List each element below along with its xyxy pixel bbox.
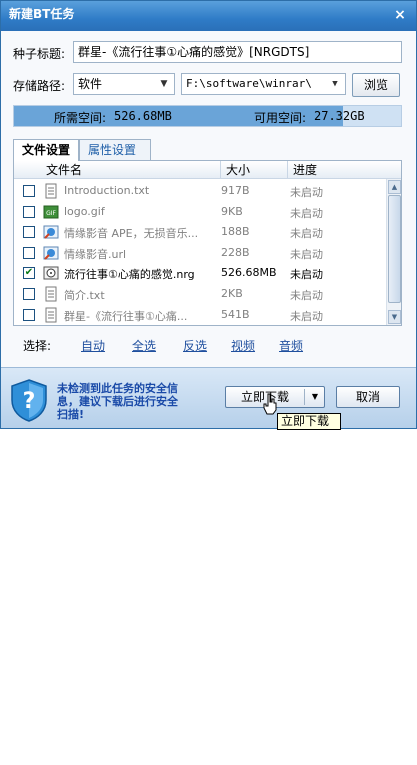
file-name: 流行往事①心痛的感觉.nrg xyxy=(64,268,195,282)
svg-text:?: ? xyxy=(23,389,36,414)
file-checkbox[interactable] xyxy=(23,185,35,197)
required-space-value: 526.68MB xyxy=(114,109,172,123)
header-name[interactable]: 文件名 xyxy=(46,162,82,178)
chevron-down-icon[interactable]: ▼ xyxy=(308,387,322,407)
file-status: 未启动 xyxy=(290,309,323,323)
header-size[interactable]: 大小 xyxy=(226,162,250,178)
header-status[interactable]: 进度 xyxy=(293,162,317,178)
file-checkbox[interactable] xyxy=(23,308,35,321)
file-name: 情缘影音 APE，无损音乐... xyxy=(64,227,199,241)
required-space-label: 所需空间: xyxy=(54,111,107,125)
select-video-link[interactable]: 视频 xyxy=(231,337,255,354)
file-status: 未启动 xyxy=(290,206,323,220)
select-audio-link[interactable]: 音频 xyxy=(279,337,303,354)
file-size: 188B xyxy=(221,225,250,239)
file-checkbox[interactable]: ✔ xyxy=(23,267,35,280)
file-size: 541B xyxy=(221,307,250,321)
seed-title-label: 种子标题: xyxy=(13,47,66,61)
select-auto-link[interactable]: 自动 xyxy=(81,337,105,354)
save-path-dropdown[interactable]: F:\software\winrar\ ▼ xyxy=(181,73,346,95)
chevron-down-icon: ▼ xyxy=(160,79,168,89)
split-divider xyxy=(304,389,305,405)
save-path-label: 存储路径: xyxy=(13,79,66,93)
file-size: 2KB xyxy=(221,287,243,300)
file-status: 未启动 xyxy=(290,186,323,199)
selection-label: 选择: xyxy=(23,339,52,353)
available-space-label: 可用空间: xyxy=(254,111,307,125)
file-table-header: 文件名 大小 进度 xyxy=(14,161,401,179)
text-file-icon xyxy=(45,307,57,323)
file-checkbox[interactable] xyxy=(23,205,35,218)
seed-title-input[interactable]: 群星-《流行往事①心痛的感觉》[NRGDTS] xyxy=(73,41,402,63)
security-shield-icon: ? xyxy=(11,379,47,422)
file-name: 情缘影音.url xyxy=(64,247,127,261)
file-row[interactable]: GIF logo.gif 9KB 未启动 xyxy=(14,202,386,222)
file-row[interactable]: 情缘影音.url 228B 未启动 xyxy=(14,243,386,263)
scroll-down-arrow-icon[interactable]: ▼ xyxy=(388,310,401,324)
gif-image-icon: GIF xyxy=(43,205,59,219)
file-checkbox[interactable] xyxy=(23,288,35,300)
hand-cursor-icon xyxy=(263,393,277,415)
file-status: 未启动 xyxy=(290,289,323,302)
chevron-down-icon: ▼ xyxy=(332,79,338,89)
tab-property-settings[interactable]: 属性设置 xyxy=(79,139,151,161)
disc-image-icon xyxy=(43,266,59,280)
file-name: Introduction.txt xyxy=(64,184,150,197)
select-invert-link[interactable]: 反选 xyxy=(183,337,207,354)
url-shortcut-icon xyxy=(43,246,59,260)
file-checkbox[interactable] xyxy=(23,246,35,259)
watermark: 中关村在线 xyxy=(349,751,404,764)
select-all-link[interactable]: 全选 xyxy=(132,337,156,354)
window-title: 新建BT任务 xyxy=(9,7,75,21)
scroll-thumb[interactable] xyxy=(388,195,401,303)
url-shortcut-icon xyxy=(43,225,59,239)
file-status: 未启动 xyxy=(290,268,323,282)
close-icon[interactable]: × xyxy=(392,7,408,23)
file-row[interactable]: 情缘影音 APE，无损音乐... 188B 未启动 xyxy=(14,222,386,242)
file-checkbox[interactable] xyxy=(23,226,35,239)
tab-file-settings[interactable]: 文件设置 xyxy=(13,139,79,161)
file-status: 未启动 xyxy=(290,247,323,261)
available-space-value: 27.32GB xyxy=(314,109,365,123)
seed-title-value: 群星-《流行往事①心痛的感觉》[NRGDTS] xyxy=(78,45,310,59)
save-path-category-value: 软件 xyxy=(78,77,103,91)
file-row[interactable]: Introduction.txt 917B 未启动 xyxy=(14,181,386,201)
title-bar[interactable]: 新建BT任务 × xyxy=(1,1,416,31)
column-divider[interactable] xyxy=(220,161,221,179)
dialog-footer: ? 未检测到此任务的安全信息，建议下载后进行安全扫描! 立即下载 ▼ 取消 中关… xyxy=(1,367,416,764)
scroll-up-arrow-icon[interactable]: ▲ xyxy=(388,180,401,194)
text-file-icon xyxy=(45,183,57,199)
file-status: 未启动 xyxy=(290,227,323,241)
save-path-value: F:\software\winrar\ xyxy=(186,77,312,90)
file-list-panel: 文件名 大小 进度 Introduction.txt 917B 未启动 GIF logo… xyxy=(13,160,402,326)
text-file-icon xyxy=(45,286,57,302)
cancel-button[interactable]: 取消 xyxy=(336,386,400,408)
file-list-scrollbar[interactable]: ▲ ▼ xyxy=(386,179,401,325)
disk-space-bar: 所需空间: 526.68MB 可用空间: 27.32GB xyxy=(13,105,402,127)
file-size: 526.68MB xyxy=(221,266,277,280)
file-size: 9KB xyxy=(221,204,243,218)
file-size: 228B xyxy=(221,245,250,259)
download-tooltip: 立即下载 xyxy=(277,413,341,430)
file-name: logo.gif xyxy=(64,204,105,218)
file-row[interactable]: ✔ 流行往事①心痛的感觉.nrg 526.68MB 未启动 xyxy=(14,263,386,283)
file-size: 917B xyxy=(221,184,250,197)
file-row[interactable]: 简介.txt 2KB 未启动 xyxy=(14,284,386,304)
security-warning-text: 未检测到此任务的安全信息，建议下载后进行安全扫描! xyxy=(57,382,178,421)
bt-task-dialog: 新建BT任务 × 种子标题: 群星-《流行往事①心痛的感觉》[NRGDTS] 存… xyxy=(0,0,417,764)
file-name: 简介.txt xyxy=(64,289,105,302)
svg-text:GIF: GIF xyxy=(46,210,56,217)
file-row[interactable]: 群星-《流行往事①心痛... 541B 未启动 xyxy=(14,305,386,325)
file-name: 群星-《流行往事①心痛... xyxy=(64,309,188,323)
save-path-category-dropdown[interactable]: 软件 ▼ xyxy=(73,73,175,95)
column-divider[interactable] xyxy=(287,161,288,179)
browse-button[interactable]: 浏览 xyxy=(352,73,400,97)
